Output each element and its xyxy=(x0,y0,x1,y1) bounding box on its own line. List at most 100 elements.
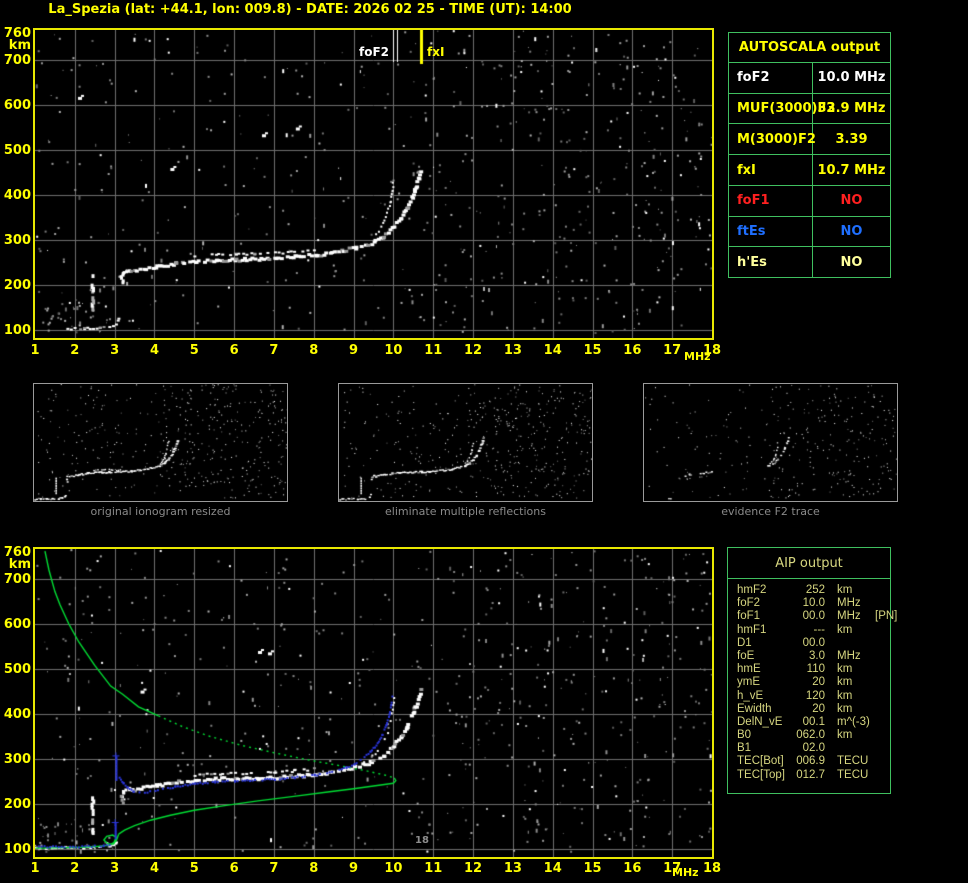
bottom-plot-y-unit: km xyxy=(8,557,31,572)
autoscala-row: foF2 10.0 MHz xyxy=(729,63,890,94)
bottom-plot-x-unit: MHz xyxy=(672,866,699,879)
autoscala-row: MUF(3000)F2 33.9 MHz xyxy=(729,93,890,125)
aip-val: 012.7 xyxy=(796,768,825,781)
top-plot-x-unit: MHz xyxy=(684,350,711,363)
aip-unit: km xyxy=(837,584,853,596)
aip-extra xyxy=(871,716,890,729)
autoscala-row-value: NO xyxy=(840,223,863,239)
x-tick-label: 8 xyxy=(309,343,319,358)
aip-val: 00.0 xyxy=(802,610,825,623)
aip-val: 3.0 xyxy=(809,649,825,662)
aip-unit: m^(-3) xyxy=(837,715,870,728)
aip-label: TEC[Top] xyxy=(737,768,785,781)
x-tick-label: 6 xyxy=(229,861,239,876)
aip-extra xyxy=(871,755,890,768)
autoscala-row: ftEs NO xyxy=(729,216,890,248)
aip-val: 252 xyxy=(805,584,825,596)
autoscala-output-table: AUTOSCALA output foF2 10.0 MHz MUF(3000)F2… xyxy=(728,32,891,278)
aip-val: 20 xyxy=(812,702,825,715)
aip-label: hmE xyxy=(737,663,761,676)
aip-row: hmF1 --- km xyxy=(737,624,890,637)
aip-extra xyxy=(871,742,890,755)
autoscala-row-label: ftEs xyxy=(729,216,813,247)
y-tick-label: 200 xyxy=(3,797,31,812)
autoscala-row: foF1 NO xyxy=(729,185,890,217)
aip-row: B0 062.0 km xyxy=(737,729,890,742)
aip-extra xyxy=(871,703,890,716)
y-tick-label: 400 xyxy=(3,188,31,203)
x-tick-label: 14 xyxy=(543,343,562,358)
x-tick-label: 4 xyxy=(149,861,159,876)
thumbnail-caption-eliminate: eliminate multiple reflections xyxy=(385,505,546,518)
aip-row: Ewidth 20 km xyxy=(737,703,890,716)
aip-extra xyxy=(871,663,890,676)
x-tick-label: 5 xyxy=(189,861,199,876)
y-tick-label: 100 xyxy=(3,842,31,857)
leftover-axis-label: 18 xyxy=(415,835,429,846)
thumbnail-caption-evidence: evidence F2 trace xyxy=(721,505,820,518)
autoscala-row-label: MUF(3000)F2 xyxy=(729,93,835,124)
x-tick-label: 3 xyxy=(110,861,120,876)
y-tick-label: 400 xyxy=(3,707,31,722)
x-tick-label: 12 xyxy=(464,343,483,358)
aip-unit: TECU xyxy=(837,768,869,781)
aip-unit xyxy=(825,742,871,755)
aip-unit: km xyxy=(837,676,853,689)
y-tick-label: 500 xyxy=(3,143,31,158)
x-tick-label: 2 xyxy=(70,343,80,358)
x-tick-label: 6 xyxy=(229,343,239,358)
window-title: La_Spezia (lat: +44.1, lon: 009.8) - DAT… xyxy=(48,2,572,17)
x-tick-label: 9 xyxy=(349,861,359,876)
x-tick-label: 17 xyxy=(663,343,682,358)
aip-extra: [PN] xyxy=(875,610,898,623)
top-ionogram-plot xyxy=(33,28,714,340)
x-tick-label: 18 xyxy=(702,861,722,876)
x-tick-label: 9 xyxy=(349,343,359,358)
aip-label: foF1 xyxy=(737,610,761,623)
autoscala-row: h'Es NO xyxy=(729,247,890,278)
aip-label: h_vE xyxy=(737,689,764,702)
aip-extra xyxy=(871,637,890,650)
aip-row: foF2 10.0 MHz xyxy=(737,597,890,610)
thumbnail-caption-original: original ionogram resized xyxy=(90,505,231,518)
aip-val: 00.0 xyxy=(802,636,825,649)
aip-extra xyxy=(871,650,890,663)
autoscala-table-title: AUTOSCALA output xyxy=(729,33,890,63)
x-tick-label: 8 xyxy=(309,861,319,876)
aip-val: --- xyxy=(813,623,826,636)
thumbnail-original-ionogram xyxy=(33,383,288,502)
autoscala-row-label: h'Es xyxy=(729,247,813,278)
aip-row: hmF2 252 km xyxy=(737,584,890,597)
autoscala-row: fxI 10.7 MHz xyxy=(729,155,890,186)
aip-label: D1 xyxy=(737,636,752,649)
autoscala-row: M(3000)F2 3.39 xyxy=(729,124,890,156)
thumbnail-evidence-f2 xyxy=(643,383,898,502)
aip-row: ymE 20 km xyxy=(737,676,890,689)
aip-unit: km xyxy=(837,729,853,742)
top-plot-y-unit: km xyxy=(8,38,31,53)
x-tick-label: 13 xyxy=(503,861,522,876)
autoscala-window: { "title": "La_Spezia (lat: +44.1, lon: … xyxy=(0,0,968,883)
y-tick-label: 300 xyxy=(3,233,31,248)
y-tick-label: 700 xyxy=(3,572,31,587)
aip-unit: MHz xyxy=(837,610,861,623)
aip-row: foE 3.0 MHz xyxy=(737,650,890,663)
aip-output-table: AIP output hmF2 252 km foF2 10.0 MHz foF1 00.0 M… xyxy=(727,547,897,794)
autoscala-row-label: M(3000)F2 xyxy=(729,124,816,155)
aip-label: DelN_vE xyxy=(737,715,783,728)
aip-label: ymE xyxy=(737,676,760,689)
aip-unit: km xyxy=(837,663,853,676)
aip-label: Ewidth xyxy=(737,702,772,715)
aip-label: TEC[Bot] xyxy=(737,755,784,768)
autoscala-row-label: foF2 xyxy=(729,63,813,93)
aip-unit xyxy=(825,637,871,650)
thumbnail-evidence-canvas xyxy=(644,384,897,501)
autoscala-row-value: 3.39 xyxy=(835,131,868,147)
y-tick-label: 300 xyxy=(3,752,31,767)
x-tick-label: 10 xyxy=(384,861,403,876)
aip-row: TEC[Top] 012.7 TECU xyxy=(737,769,890,782)
y-tick-label: 100 xyxy=(3,323,31,338)
thumbnail-eliminate-canvas xyxy=(339,384,592,501)
x-tick-label: 15 xyxy=(583,861,602,876)
aip-extra xyxy=(871,769,890,782)
